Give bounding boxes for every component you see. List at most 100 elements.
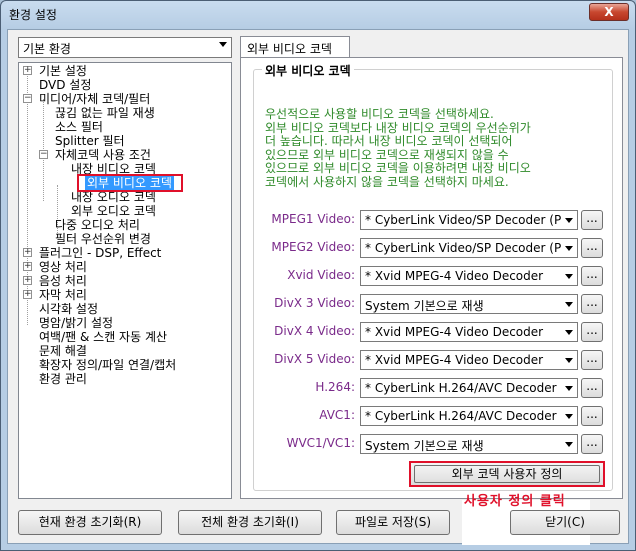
- codec-label: DivX 5 Video:: [274, 352, 355, 366]
- group-title: 외부 비디오 코덱: [262, 62, 354, 79]
- expand-icon[interactable]: +: [23, 262, 32, 271]
- tree-item-dvd[interactable]: DVD 설정: [37, 78, 93, 92]
- chevron-down-icon: [561, 239, 577, 257]
- tree-item-media[interactable]: − 미디어/자체 코덱/필터: [23, 92, 152, 106]
- tree-item-label: 시각화 설정: [39, 302, 99, 316]
- collapse-icon[interactable]: −: [23, 94, 32, 103]
- expand-icon[interactable]: +: [23, 66, 32, 75]
- reset-current-button[interactable]: 현재 환경 초기화(R): [18, 510, 162, 535]
- tree-item-label: Splitter 필터: [55, 134, 125, 148]
- expand-icon[interactable]: +: [23, 290, 32, 299]
- xvid-codec-select[interactable]: * Xvid MPEG-4 Video Decoder: [360, 266, 578, 286]
- codec-label: Xvid Video:: [287, 268, 355, 282]
- tree-item-label: 끊김 없는 파일 재생: [55, 106, 155, 120]
- tree-item-video-processing[interactable]: + 영상 처리: [23, 260, 89, 274]
- tree-item-external-audio[interactable]: 외부 오디오 코덱: [69, 204, 158, 218]
- wvc1-codec-select[interactable]: System 기본으로 재생: [360, 434, 578, 454]
- tree-item-label: 필터 우선순위 변경: [55, 232, 151, 246]
- codec-label: DivX 4 Video:: [274, 324, 355, 338]
- tree-item-label: DVD 설정: [39, 78, 92, 92]
- codec-value: * CyberLink H.264/AVC Decoder (: [365, 381, 566, 395]
- tree-item-label: 소스 필터: [55, 120, 103, 134]
- tree-item-splitter[interactable]: Splitter 필터: [53, 134, 127, 148]
- custom-codec-button-label: 외부 코덱 사용자 정의: [451, 467, 563, 481]
- tree-item-visualization[interactable]: 시각화 설정: [37, 302, 100, 316]
- tree-item-label: 자체코덱 사용 조건: [55, 148, 151, 162]
- divx4-codec-select[interactable]: * Xvid MPEG-4 Video Decoder: [360, 322, 578, 342]
- h264-more-button[interactable]: ...: [581, 378, 603, 398]
- h264-codec-select[interactable]: * CyberLink H.264/AVC Decoder (: [360, 378, 578, 398]
- expand-icon[interactable]: +: [23, 276, 32, 285]
- tree-item-margin-scan[interactable]: 여백/팬 & 스캔 자동 계산: [37, 330, 169, 344]
- reset-all-button[interactable]: 전체 환경 초기화(I): [178, 510, 322, 535]
- tree-item-troubleshoot[interactable]: 문제 해결: [37, 344, 89, 358]
- tab-external-video-codec[interactable]: 외부 비디오 코덱: [240, 36, 350, 58]
- tree-item-internal-audio[interactable]: 내장 오디오 코덱: [69, 190, 158, 204]
- tree-item-label: 자막 처리: [39, 288, 87, 302]
- chevron-down-icon: [561, 407, 577, 425]
- chevron-down-icon: [561, 211, 577, 229]
- chevron-down-icon: [561, 435, 577, 453]
- divx5-more-button[interactable]: ...: [581, 350, 603, 370]
- codec-label: WVC1/VC1:: [286, 436, 355, 450]
- tree-item-codec-conditions[interactable]: − 자체코덱 사용 조건: [39, 148, 153, 162]
- codec-label: MPEG1 Video:: [271, 212, 355, 226]
- codec-label: AVC1:: [319, 408, 355, 422]
- tree-item-plugins[interactable]: + 플러그인 - DSP, Effect: [23, 246, 163, 260]
- tree-item-source-filter[interactable]: 소스 필터: [53, 120, 105, 134]
- codec-value: * CyberLink Video/SP Decoder (P: [365, 241, 562, 255]
- tree-item-label: 플러그인 - DSP, Effect: [39, 246, 162, 260]
- avc1-codec-select[interactable]: * CyberLink H.264/AVC Decoder (: [360, 406, 578, 426]
- save-to-file-button[interactable]: 파일로 저장(S): [336, 510, 450, 535]
- tree-item-label: 여백/팬 & 스캔 자동 계산: [39, 330, 168, 344]
- close-button[interactable]: 닫기(C): [510, 510, 620, 535]
- preset-dropdown[interactable]: 기본 환경: [18, 37, 232, 58]
- tree-item-brightness[interactable]: 명암/밝기 설정: [37, 316, 115, 330]
- tree-item-label: 미디어/자체 코덱/필터: [39, 92, 151, 106]
- mpeg1-more-button[interactable]: ...: [581, 210, 603, 230]
- divx3-more-button[interactable]: ...: [581, 294, 603, 314]
- tree-item-label: 문제 해결: [39, 344, 87, 358]
- codec-panel: 외부 비디오 코덱 우선적으로 사용할 비디오 코덱을 선택하세요. 외부 비디…: [240, 57, 623, 499]
- preset-value: 기본 환경: [23, 42, 71, 56]
- divx4-more-button[interactable]: ...: [581, 322, 603, 342]
- divx5-codec-select[interactable]: * Xvid MPEG-4 Video Decoder: [360, 350, 578, 370]
- tree-item-label: 다중 오디오 처리: [55, 218, 140, 232]
- codec-value: System 기본으로 재생: [365, 299, 484, 313]
- close-window-button[interactable]: X: [589, 3, 629, 21]
- settings-tree[interactable]: + 기본 설정 DVD 설정 − 미디어/자체 코덱/필터 끊김 없는 파일 재…: [18, 62, 232, 499]
- chevron-down-icon: [219, 42, 227, 47]
- codec-value: * CyberLink Video/SP Decoder (P: [365, 213, 562, 227]
- avc1-more-button[interactable]: ...: [581, 406, 603, 426]
- chevron-down-icon: [561, 323, 577, 341]
- chevron-down-icon: [561, 267, 577, 285]
- collapse-icon[interactable]: −: [39, 150, 48, 159]
- wvc1-more-button[interactable]: ...: [581, 434, 603, 454]
- tree-item-label: 기본 설정: [39, 64, 87, 78]
- tree-item-label: 영상 처리: [39, 260, 87, 274]
- annotation-note: 사용자 정의 클릭: [464, 494, 566, 509]
- tree-item-label: 외부 오디오 코덱: [71, 204, 156, 218]
- chevron-down-icon: [561, 379, 577, 397]
- tree-item-multi-audio[interactable]: 다중 오디오 처리: [53, 218, 142, 232]
- mpeg1-codec-select[interactable]: * CyberLink Video/SP Decoder (P: [360, 210, 578, 230]
- custom-codec-button[interactable]: 외부 코덱 사용자 정의: [409, 461, 605, 487]
- codec-label: H.264:: [315, 380, 355, 394]
- tree-item-filter-priority[interactable]: 필터 우선순위 변경: [53, 232, 153, 246]
- tree-item-extensions[interactable]: 확장자 정의/파일 연결/캡처: [37, 358, 178, 372]
- expand-icon[interactable]: +: [23, 248, 32, 257]
- tree-item-gapless[interactable]: 끊김 없는 파일 재생: [53, 106, 157, 120]
- chevron-down-icon: [561, 295, 577, 313]
- mpeg2-codec-select[interactable]: * CyberLink Video/SP Decoder (P: [360, 238, 578, 258]
- dialog-body: 기본 환경 + 기본 설정 DVD 설정 − 미디어/자체 코덱/필터 끊김 없…: [7, 29, 629, 545]
- tree-item-subtitles[interactable]: + 자막 처리: [23, 288, 89, 302]
- xvid-more-button[interactable]: ...: [581, 266, 603, 286]
- tree-item-basic[interactable]: + 기본 설정: [23, 64, 89, 78]
- tree-item-label: 확장자 정의/파일 연결/캡처: [39, 358, 177, 372]
- codec-value: * CyberLink H.264/AVC Decoder (: [365, 409, 566, 423]
- divx3-codec-select[interactable]: System 기본으로 재생: [360, 294, 578, 314]
- tree-item-audio-processing[interactable]: + 음성 처리: [23, 274, 89, 288]
- tree-item-environment[interactable]: 환경 관리: [37, 372, 89, 386]
- description-text: 우선적으로 사용할 비디오 코덱을 선택하세요. 외부 비디오 코덱보다 내장 …: [265, 107, 531, 189]
- mpeg2-more-button[interactable]: ...: [581, 238, 603, 258]
